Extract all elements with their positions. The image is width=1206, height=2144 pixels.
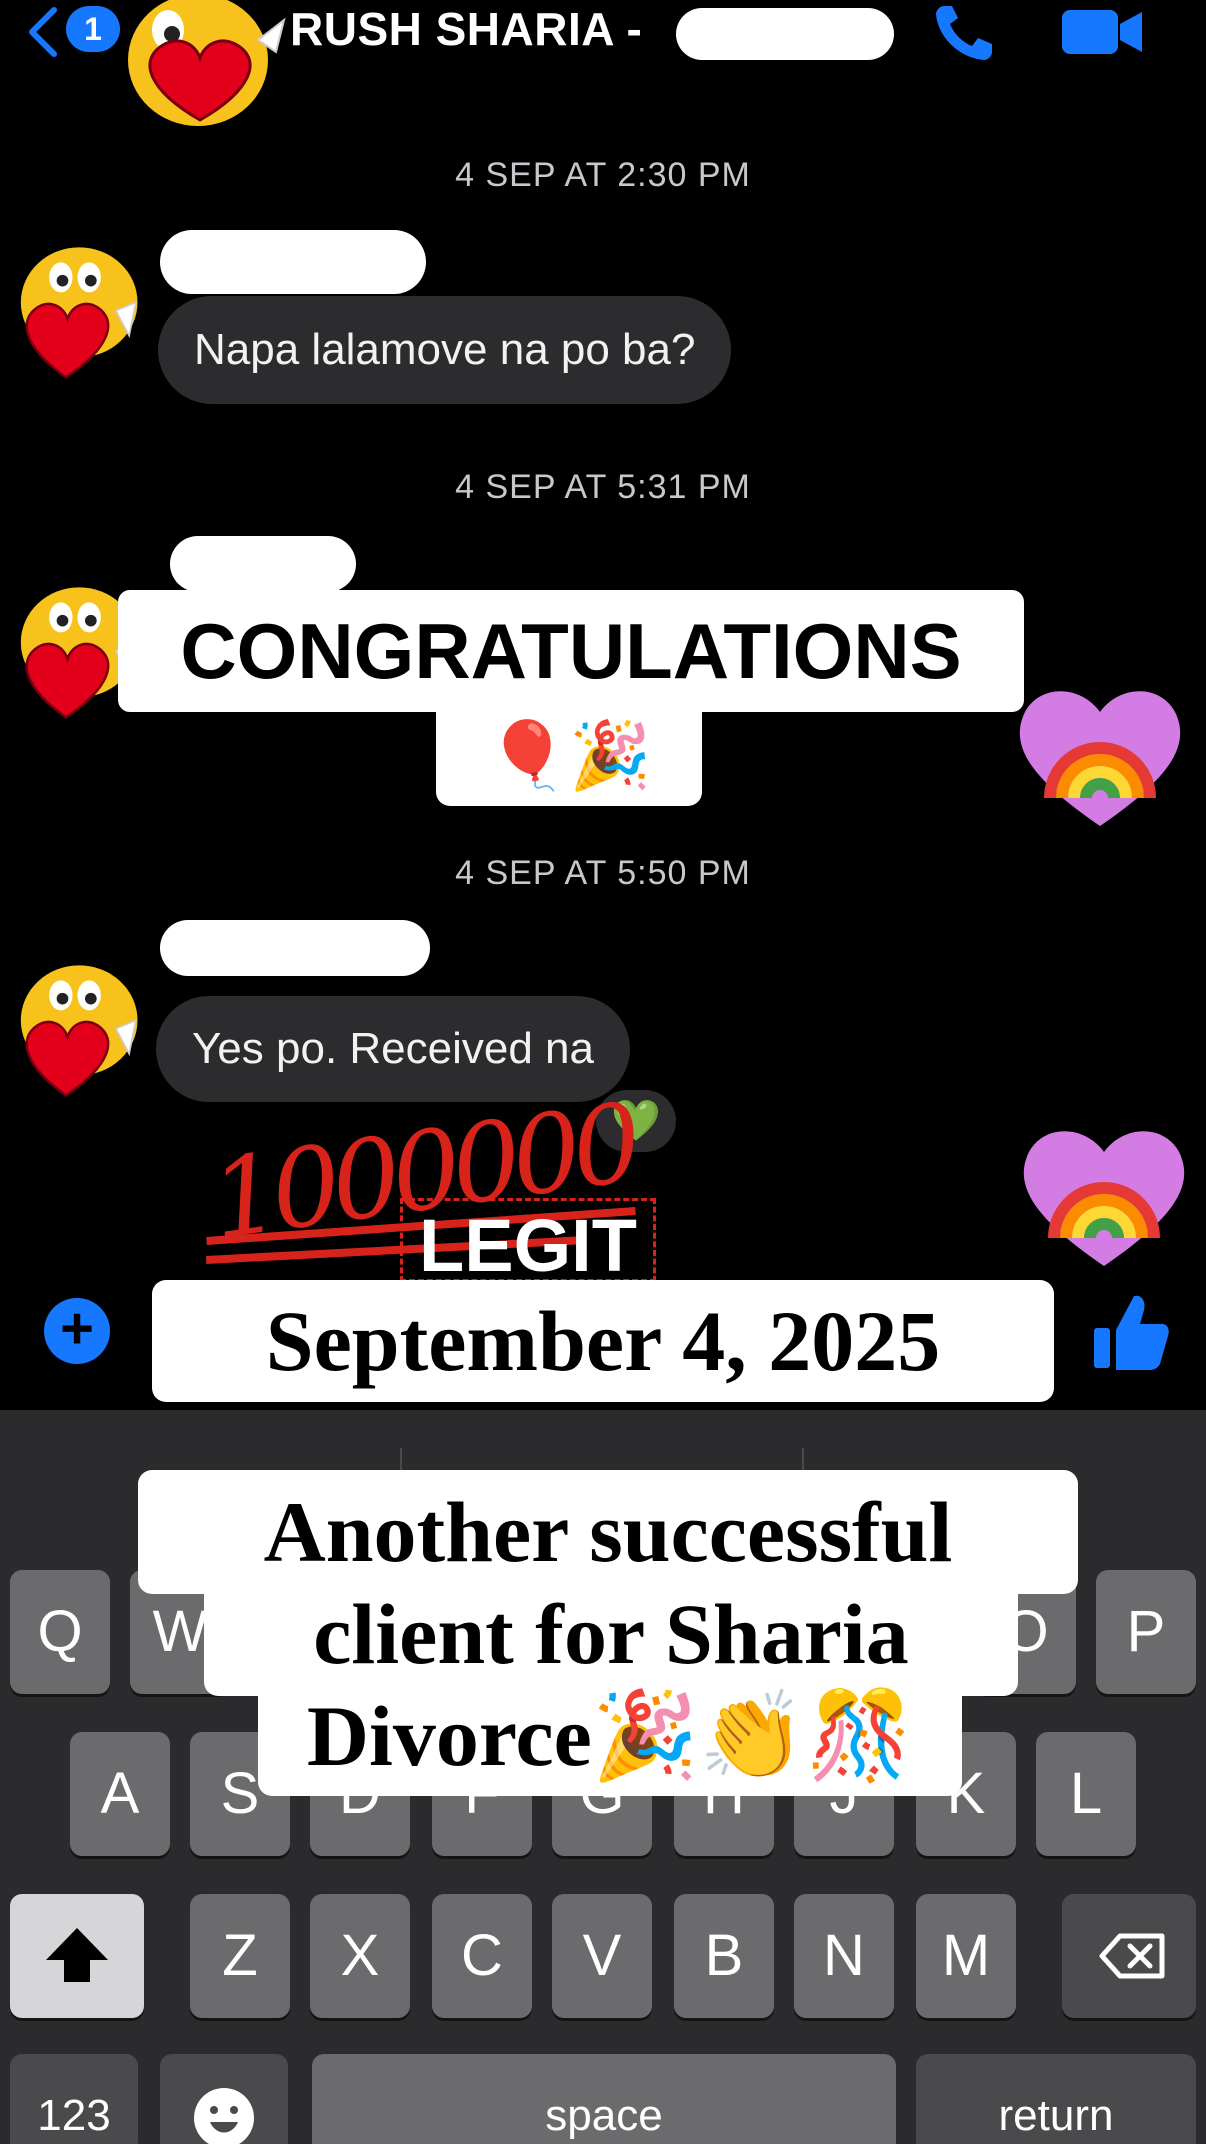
- key-l[interactable]: L: [1036, 1732, 1136, 1856]
- add-attachment-button[interactable]: +: [44, 1298, 110, 1364]
- key-c[interactable]: C: [432, 1894, 532, 2018]
- emoji-key[interactable]: [160, 2054, 288, 2144]
- chat-title-suffix: /...: [824, 14, 869, 58]
- key-n[interactable]: N: [794, 1894, 894, 2018]
- heart-bird-sticker: [20, 965, 138, 1097]
- delete-key[interactable]: [1062, 1894, 1196, 2018]
- timestamp: 4 SEP AT 2:30 PM: [455, 156, 751, 194]
- celebration-emojis: 🎈🎉: [436, 704, 702, 806]
- heart-bird-sticker: [128, 0, 286, 126]
- key-a[interactable]: A: [70, 1732, 170, 1856]
- shift-key[interactable]: [10, 1894, 144, 2018]
- key-b[interactable]: B: [674, 1894, 774, 2018]
- phone-icon[interactable]: [930, 0, 1002, 64]
- rainbow-heart-sticker: [1019, 691, 1181, 826]
- timestamp: 4 SEP AT 5:31 PM: [455, 468, 751, 506]
- message-bubble[interactable]: Yes po. Received na: [156, 996, 630, 1102]
- thumbs-up-icon[interactable]: [1090, 1290, 1170, 1374]
- chat-title-text: RUSH SHARIA -: [290, 3, 643, 55]
- numbers-key[interactable]: 123: [10, 2054, 138, 2144]
- backspace-icon: [1099, 1933, 1165, 1979]
- key-p[interactable]: P: [1096, 1570, 1196, 1694]
- chat-title[interactable]: RUSH SHARIA -: [290, 2, 642, 56]
- sender-name-redaction: [160, 920, 430, 976]
- date-overlay: September 4, 2025: [152, 1280, 1054, 1402]
- message-bubble[interactable]: Napa lalamove na po ba?: [158, 296, 732, 404]
- caption-line: Divorce🎉👏🎊: [258, 1676, 962, 1796]
- sender-name-redaction: [160, 230, 426, 294]
- sender-name-redaction: [170, 536, 356, 592]
- video-call-icon[interactable]: [1060, 6, 1144, 58]
- heart-bird-sticker: [20, 247, 138, 379]
- key-q[interactable]: Q: [10, 1570, 110, 1694]
- key-x[interactable]: X: [310, 1894, 410, 2018]
- key-z[interactable]: Z: [190, 1894, 290, 2018]
- back-chevron-icon[interactable]: [22, 6, 62, 58]
- key-v[interactable]: V: [552, 1894, 652, 2018]
- space-key[interactable]: space: [312, 2054, 896, 2144]
- congratulations-message[interactable]: CONGRATULATIONS: [118, 590, 1024, 712]
- legit-text: LEGIT: [419, 1204, 637, 1282]
- rainbow-heart-sticker: [1023, 1131, 1185, 1266]
- key-m[interactable]: M: [916, 1894, 1016, 2018]
- shift-arrow-icon: [46, 1928, 108, 1982]
- emoji-face-icon: [194, 2088, 254, 2144]
- return-key[interactable]: return: [916, 2054, 1196, 2144]
- timestamp: 4 SEP AT 5:50 PM: [455, 854, 751, 892]
- legit-sticker: LEGIT: [400, 1198, 656, 1282]
